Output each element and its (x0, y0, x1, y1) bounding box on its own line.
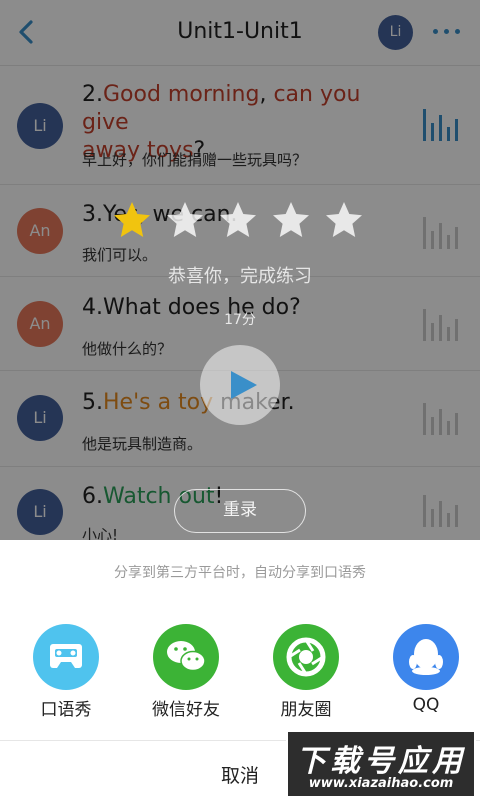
star-empty-icon (273, 202, 309, 237)
moments-shutter-icon (273, 624, 339, 690)
share-wechat-label: 微信好友 (152, 700, 220, 720)
star-rating (112, 200, 372, 244)
share-moments-label: 朋友圈 (280, 700, 332, 720)
star-empty-icon (167, 202, 203, 237)
watermark-logo: 下载号应用 www.xiazaihao.com (286, 730, 476, 798)
play-icon (231, 371, 257, 399)
star-empty-icon (326, 202, 362, 237)
watermark-brand: 下载号应用 (296, 744, 466, 779)
watermark-url: www.xiazaihao.com (308, 776, 454, 791)
congrats-text: 恭喜你，完成练习 (168, 266, 312, 287)
star-filled-icon (114, 202, 150, 237)
qq-penguin-icon (393, 624, 459, 690)
rerecord-button[interactable]: 重录 (174, 489, 306, 533)
cassette-icon (33, 624, 99, 690)
share-hint: 分享到第三方平台时，自动分享到口语秀 (114, 565, 366, 581)
play-recording-button[interactable] (200, 345, 280, 425)
share-qq-label: QQ (412, 695, 440, 715)
star-empty-icon (220, 202, 256, 237)
result-overlay[interactable]: 恭喜你，完成练习 17分 重录 (0, 0, 480, 540)
share-kouyuxiu-label: 口语秀 (40, 700, 92, 720)
wechat-icon (153, 624, 219, 690)
score-text: 17分 (224, 312, 256, 328)
